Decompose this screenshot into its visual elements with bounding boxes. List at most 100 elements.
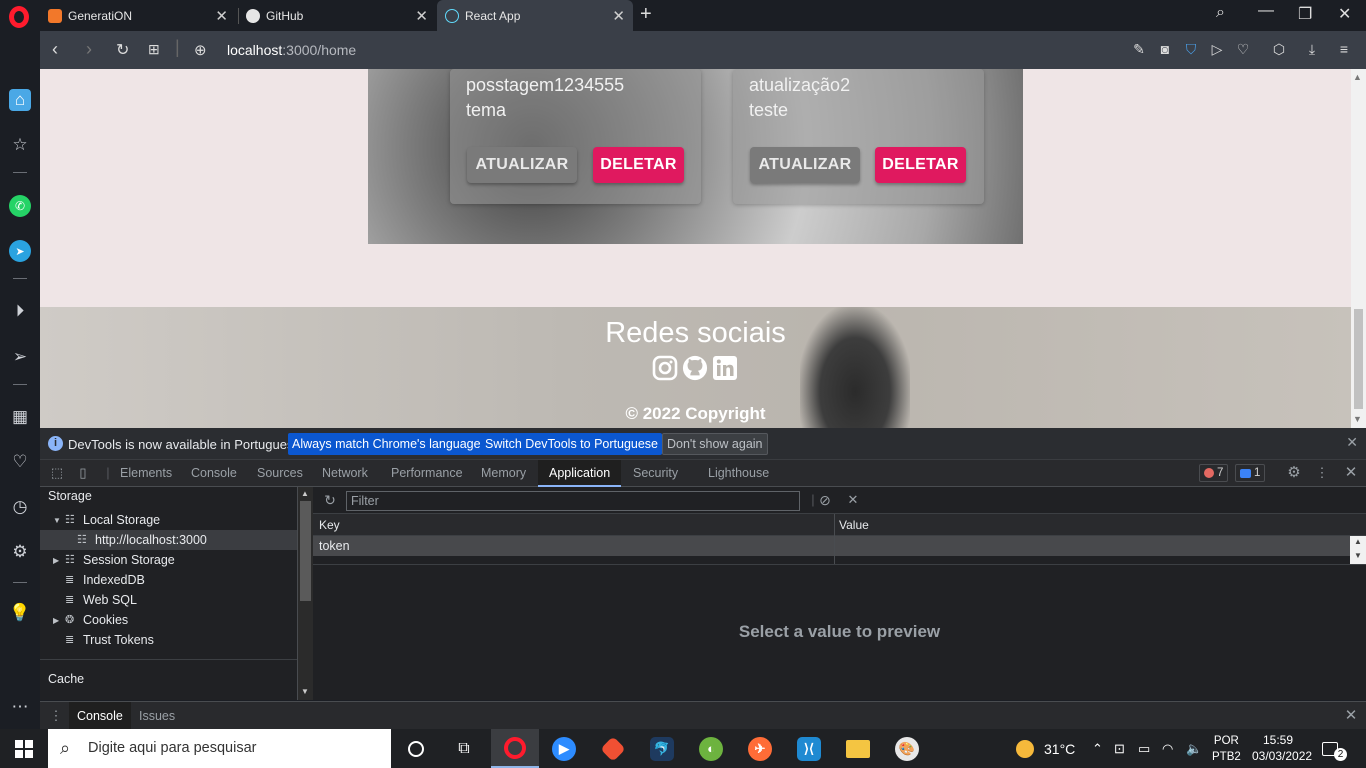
caret-down-icon[interactable]: ▼ (53, 516, 61, 525)
error-count-badge[interactable]: 7 (1199, 464, 1229, 482)
drawer-tab-console[interactable]: Console (69, 702, 131, 730)
device-toolbar-icon[interactable]: ▯ (75, 465, 91, 481)
tab-memory[interactable]: Memory (481, 460, 526, 487)
scroll-up-icon[interactable]: ▲ (1353, 72, 1362, 82)
filter-input[interactable]: Filter (346, 491, 800, 511)
taskbar-app-paint[interactable]: 🎨 (883, 729, 931, 768)
settings-icon[interactable]: ⚙ (9, 541, 31, 563)
update-button[interactable]: ATUALIZAR (750, 147, 860, 183)
opera-logo-icon[interactable] (9, 6, 29, 28)
tab-lighthouse[interactable]: Lighthouse (708, 460, 769, 487)
send-icon[interactable]: ▷ (1209, 41, 1225, 57)
chevron-up-icon[interactable]: ⌃ (1092, 729, 1103, 768)
tab-console[interactable]: Console (191, 460, 237, 487)
wifi-icon[interactable]: ◠ (1162, 729, 1173, 768)
heart-icon[interactable]: ♡ (1235, 41, 1251, 57)
more-icon[interactable]: ⋯ (9, 696, 31, 718)
close-devtools-icon[interactable]: ✕ (1343, 465, 1359, 481)
taskbar-app-spring[interactable]: ◐ (687, 729, 735, 768)
home-icon[interactable]: ⌂ (9, 89, 31, 111)
delete-selected-icon[interactable]: ✕ (845, 492, 861, 508)
message-count-badge[interactable]: 1 (1235, 464, 1266, 482)
taskbar-clock[interactable]: 15:59 03/03/2022 (1252, 732, 1312, 764)
maximize-button[interactable]: ❐ (1298, 4, 1312, 24)
tab-generation[interactable]: GeneratiON ✕ (40, 0, 236, 31)
dont-show-again-button[interactable]: Don't show again (662, 433, 768, 455)
scroll-down-icon[interactable]: ▼ (301, 687, 309, 696)
send-icon[interactable]: ➢ (9, 346, 31, 368)
meet-now-icon[interactable]: ⊡ (1114, 729, 1125, 768)
windows-start-button[interactable] (0, 729, 48, 768)
heart-icon[interactable]: ♡ (9, 451, 31, 473)
reload-button[interactable]: ↻ (116, 40, 129, 60)
history-icon[interactable]: ◷ (9, 496, 31, 518)
weather-widget[interactable]: 31°C (1016, 729, 1075, 768)
tab-react-app[interactable]: React App ✕ (437, 0, 633, 31)
drawer-tab-issues[interactable]: Issues (139, 702, 175, 730)
tree-indexeddb[interactable]: ≣ IndexedDB (40, 570, 297, 590)
scroll-down-icon[interactable]: ▼ (1354, 551, 1362, 560)
delete-button[interactable]: DELETAR (875, 147, 966, 183)
task-view-button[interactable]: ⧉ (440, 729, 488, 768)
tree-local-origin[interactable]: ☷ http://localhost:3000 (40, 530, 297, 550)
notifications-button[interactable]: 2 (1322, 729, 1351, 768)
tab-sources[interactable]: Sources (257, 460, 303, 487)
tab-security[interactable]: Security (633, 460, 678, 487)
scroll-down-icon[interactable]: ▼ (1353, 414, 1362, 424)
taskbar-app-postman[interactable]: ✈ (736, 729, 784, 768)
minimize-button[interactable]: — (1258, 2, 1274, 20)
tab-elements[interactable]: Elements (120, 460, 172, 487)
close-icon[interactable]: ✕ (215, 7, 228, 25)
settings-gear-icon[interactable]: ⚙ (1286, 465, 1302, 481)
tree-scrollbar[interactable]: ▲ ▼ (298, 487, 313, 700)
caret-right-icon[interactable]: ▶ (53, 556, 59, 565)
shield-icon[interactable]: ⛉ (1183, 41, 1199, 57)
tab-application[interactable]: Application (538, 460, 622, 487)
refresh-icon[interactable]: ↻ (322, 492, 338, 508)
inspect-element-icon[interactable]: ⬚ (49, 465, 65, 481)
instagram-icon[interactable] (652, 355, 678, 381)
camera-icon[interactable]: ◙ (1157, 41, 1173, 57)
always-match-language-button[interactable]: Always match Chrome's language (288, 433, 485, 455)
table-row[interactable]: token (313, 536, 1350, 556)
taskbar-app-zoom[interactable]: ▶ (540, 729, 588, 768)
search-tabs-icon[interactable]: ⌕ (1216, 4, 1225, 22)
tree-websql[interactable]: ≣ Web SQL (40, 590, 297, 610)
tree-session-storage[interactable]: ▶ ☷ Session Storage (40, 550, 297, 570)
lightbulb-icon[interactable]: 💡 (9, 602, 31, 624)
scroll-up-icon[interactable]: ▲ (1354, 537, 1362, 546)
github-icon[interactable] (682, 355, 708, 381)
taskbar-search[interactable]: ⌕ Digite aqui para pesquisar (48, 729, 391, 768)
scrollbar-thumb[interactable] (300, 501, 311, 601)
taskbar-app-opera[interactable] (491, 729, 539, 768)
scrollbar-thumb[interactable] (1354, 309, 1363, 409)
close-icon[interactable]: ✕ (1346, 434, 1358, 451)
caret-right-icon[interactable]: ▶ (53, 616, 59, 625)
tree-trust-tokens[interactable]: ≣ Trust Tokens (40, 630, 297, 650)
drawer-menu-icon[interactable]: ⋮ (48, 708, 64, 724)
new-tab-button[interactable]: + (640, 3, 652, 26)
menu-icon[interactable]: ≡ (1336, 41, 1352, 57)
grid-scrollbar[interactable]: ▲ ▼ (1350, 536, 1366, 564)
input-language[interactable]: POR PTB2 (1212, 729, 1241, 768)
key-cell[interactable]: token (319, 539, 350, 553)
close-drawer-icon[interactable]: ✕ (1343, 708, 1359, 724)
tree-cookies[interactable]: ▶ ❂ Cookies (40, 610, 297, 630)
tab-performance[interactable]: Performance (391, 460, 463, 487)
linkedin-icon[interactable] (712, 355, 738, 381)
tab-github[interactable]: GitHub ✕ (238, 0, 436, 31)
clear-all-icon[interactable]: ⊘ (817, 492, 833, 508)
back-button[interactable]: ‹ (52, 39, 58, 60)
taskbar-app-mysql[interactable]: 🐬 (638, 729, 686, 768)
volume-icon[interactable]: 🔈 (1186, 729, 1202, 768)
cortana-button[interactable] (392, 729, 440, 768)
taskbar-app-vscode[interactable]: ⟩⟨ (785, 729, 833, 768)
star-icon[interactable]: ☆ (9, 134, 31, 156)
grid-icon[interactable]: ▦ (9, 406, 31, 428)
close-window-button[interactable]: ✕ (1338, 4, 1351, 24)
close-icon[interactable]: ✕ (415, 7, 428, 25)
tabs-grid-icon[interactable]: ⊞ (148, 41, 160, 58)
whatsapp-icon[interactable]: ✆ (9, 195, 31, 217)
taskbar-app-file-explorer[interactable] (834, 729, 882, 768)
player-icon[interactable]: ⏵ (9, 300, 31, 322)
